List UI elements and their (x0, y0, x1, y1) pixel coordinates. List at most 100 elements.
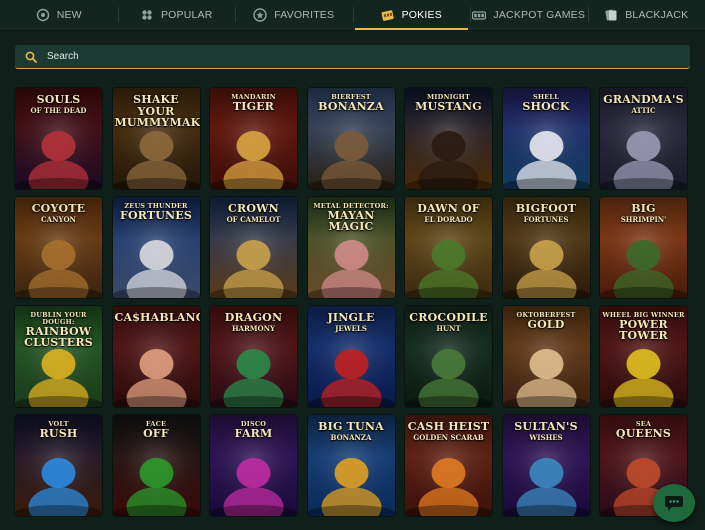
game-title-sub: EL DORADO (424, 214, 473, 224)
game-title-main: SHAKE YOUR MUMMYMAKER (114, 93, 200, 130)
game-title: CROCODILE HUNT (407, 312, 490, 332)
game-tile[interactable]: CROWN OF CAMELOT (210, 197, 297, 298)
tab-label: NEW (56, 8, 82, 21)
tab-blackjack[interactable]: BLACKJACK (587, 0, 705, 29)
tab-label: BLACKJACK (625, 8, 689, 21)
game-title-sub: ATTIC (631, 105, 656, 115)
game-title-main: COYOTE (31, 202, 86, 215)
game-title: WHEEL BIG WINNER POWER TOWER (602, 312, 685, 342)
game-tile[interactable]: DISCO FARM (210, 415, 297, 516)
game-title-main: QUEENS (615, 426, 672, 440)
game-tile[interactable]: BIGFOOT FORTUNES (502, 197, 590, 298)
game-title-main: BIGFOOT (515, 202, 577, 215)
game-tile[interactable]: SHAKE YOUR MUMMYMAKER (112, 88, 200, 189)
game-tile[interactable]: SHELL SHOCK (502, 88, 590, 189)
game-title: FACE OFF (115, 421, 198, 439)
search-input[interactable] (47, 51, 647, 62)
game-tile[interactable]: VOLT RUSH (15, 415, 102, 516)
game-tile[interactable]: DRAGON HARMONY (210, 306, 297, 407)
game-title: DAWN OF EL DORADO (407, 203, 490, 223)
game-tile[interactable]: SULTAN'S WISHES (502, 415, 590, 516)
chat-button[interactable] (653, 484, 695, 522)
game-tile[interactable]: CASH HEIST GOLDEN SCARAB (405, 415, 492, 516)
game-title-main: RUSH (39, 426, 78, 440)
game-title: BIERFEST BONANZA (310, 94, 393, 112)
game-title-main: CASH HEIST (407, 420, 490, 433)
game-title-main: CROWN (228, 202, 279, 215)
game-title-main: OFF (143, 426, 169, 440)
game-title: CASH HEIST GOLDEN SCARAB (407, 421, 490, 441)
game-tile[interactable]: COYOTE CANYON (15, 197, 102, 298)
game-tile[interactable]: METAL DETECTOR: MAYAN MAGIC (307, 197, 395, 298)
game-tile[interactable]: WHEEL BIG WINNER POWER TOWER (600, 306, 687, 407)
game-title-sub: CANYON (41, 214, 76, 224)
game-title-main: GOLD (527, 317, 565, 331)
game-title: DISCO FARM (212, 421, 295, 439)
game-title: METAL DETECTOR: MAYAN MAGIC (310, 203, 393, 233)
game-tile[interactable]: DAWN OF EL DORADO (405, 197, 492, 298)
game-title: JINGLE JEWELS (310, 312, 393, 332)
tab-label: POKIES (401, 8, 442, 21)
game-tile[interactable]: CA$HABLANCA (112, 306, 200, 407)
game-title-main: JINGLE (327, 311, 375, 324)
game-tile[interactable]: BIG TUNA BONANZA (307, 415, 395, 516)
game-title-sub: SHRIMPIN' (620, 214, 667, 224)
game-title-main: MAYAN MAGIC (327, 208, 375, 234)
game-title-sub: FORTUNES (523, 214, 569, 224)
category-tabs: NEW POPULAR FAVORITES POKIES JACKPOT GAMES BL… (0, 0, 705, 30)
tab-label: POPULAR (160, 8, 213, 21)
cards-icon (604, 8, 618, 22)
game-title: DUBLIN YOUR DOUGH: RAINBOW CLUSTERS (17, 312, 100, 349)
game-title-main: TIGER (232, 99, 275, 113)
game-tile[interactable]: GRANDMA'S ATTIC (600, 88, 687, 189)
game-title: CROWN OF CAMELOT (212, 203, 295, 223)
game-title-main: SOULS (36, 93, 81, 106)
game-title-main: BONANZA (318, 99, 384, 113)
game-title-main: GRANDMA'S (603, 93, 684, 106)
game-title-main: FARM (234, 426, 273, 440)
game-title-sub: GOLDEN SCARAB (413, 432, 484, 442)
game-title-pre: DUBLIN YOUR DOUGH: (30, 311, 87, 326)
game-tile[interactable]: ZEUS THUNDER FORTUNES (112, 197, 200, 298)
game-tile[interactable]: MIDNIGHT MUSTANG (405, 88, 492, 189)
star-badge-icon (253, 7, 267, 22)
game-title-sub: WISHES (529, 432, 563, 442)
game-title-main: POWER TOWER (619, 317, 668, 343)
game-title: BIG TUNA BONANZA (310, 421, 393, 441)
game-tile[interactable]: DUBLIN YOUR DOUGH: RAINBOW CLUSTERS (15, 306, 102, 407)
game-grid: SOULSOF THE DEAD SHAKE YOUR MUMMYMAKER (15, 88, 687, 516)
game-tile[interactable]: MANDARIN TIGER (210, 88, 297, 189)
game-title-sub: OF CAMELOT (226, 214, 281, 224)
tab-popular[interactable]: POPULAR (117, 0, 236, 29)
game-tile[interactable]: CROCODILE HUNT (405, 306, 492, 407)
game-tile[interactable]: FACE OFF (112, 415, 200, 516)
game-title: ZEUS THUNDER FORTUNES (115, 203, 198, 221)
flower-icon (140, 8, 154, 22)
game-tile[interactable]: JINGLE JEWELS (307, 306, 395, 407)
game-title: BIG SHRIMPIN' (602, 203, 685, 223)
tab-pokies[interactable]: POKIES (352, 0, 471, 30)
search-bar[interactable] (15, 45, 690, 69)
game-title-main: MUSTANG (415, 99, 482, 113)
game-tile[interactable]: BIERFEST BONANZA (307, 88, 395, 189)
game-title-main: CROCODILE (409, 311, 488, 324)
game-tile[interactable]: OKTOBERFEST GOLD (502, 306, 590, 407)
tab-favorites[interactable]: FAVORITES (235, 0, 353, 29)
game-title-main: DAWN OF (417, 202, 480, 215)
tab-new[interactable]: NEW (0, 0, 118, 29)
game-tile[interactable]: SOULS OF THE DEAD (15, 88, 102, 189)
tab-jackpot-games[interactable]: JACKPOT GAMES (470, 0, 588, 29)
slot-machine-icon (381, 8, 395, 22)
game-title: SEA QUEENS (602, 421, 685, 439)
jackpot-icon (472, 8, 487, 22)
game-title-sub: HARMONY (231, 323, 276, 333)
game-title-main: RAINBOW CLUSTERS (24, 324, 93, 350)
game-title: SULTAN'S WISHES (505, 421, 588, 441)
game-tile[interactable]: BIG SHRIMPIN' (600, 197, 687, 298)
game-title: VOLT RUSH (17, 421, 100, 439)
game-title: OKTOBERFEST GOLD (505, 312, 588, 330)
game-title: GRANDMA'S ATTIC (602, 94, 685, 114)
tab-label: FAVORITES (274, 8, 335, 21)
game-title: MANDARIN TIGER (212, 94, 295, 112)
game-title-main: SULTAN'S (514, 420, 578, 433)
